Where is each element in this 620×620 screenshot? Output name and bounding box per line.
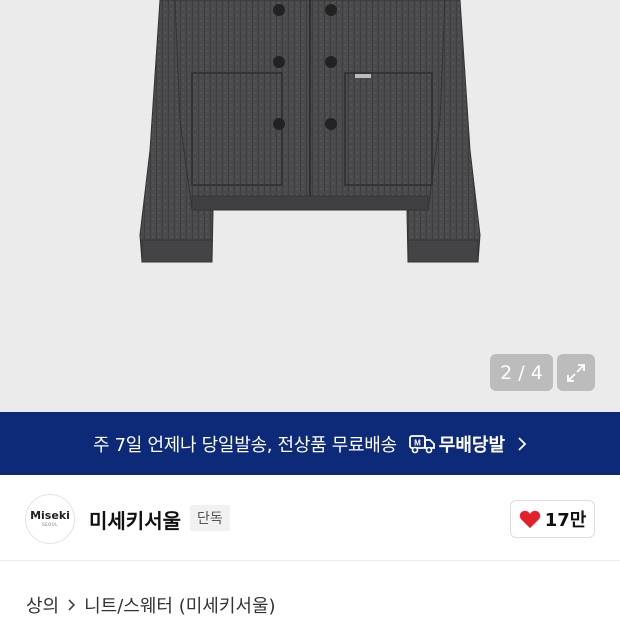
- like-button[interactable]: 17만: [510, 500, 595, 538]
- banner-badge-label: 무배당발: [438, 434, 506, 456]
- heart-icon: [519, 510, 540, 529]
- exclusive-tag: 단독: [190, 505, 230, 531]
- like-count: 17만: [544, 510, 587, 531]
- free-shipping-banner[interactable]: 주 7일 언제나 당일발송, 전상품 무료배송 M 무배당발: [0, 412, 620, 475]
- brand-logo-subtext: SEOUL: [42, 522, 58, 527]
- image-counter: 2 / 4: [490, 354, 553, 391]
- brand-logo-text: Miseki: [30, 509, 70, 522]
- breadcrumb-subcategory[interactable]: 니트/스웨터 (미세키서울): [84, 592, 275, 618]
- breadcrumb: 상의 니트/스웨터 (미세키서울): [26, 592, 276, 618]
- product-page: 2 / 4 주 7일 언제나 당일발송, 전상품 무료배송 M 무배당발 Mis…: [0, 0, 620, 620]
- image-counter-text: 2 / 4: [500, 361, 543, 384]
- product-image: [139, 0, 481, 263]
- svg-text:M: M: [414, 438, 421, 447]
- banner-badge: M 무배당발: [408, 431, 506, 457]
- chevron-right-icon: [67, 598, 76, 612]
- product-image-gallery[interactable]: 2 / 4: [0, 0, 620, 412]
- brand-logo[interactable]: Miseki SEOUL: [25, 494, 75, 544]
- expand-image-button[interactable]: [557, 354, 595, 391]
- brand-name-link[interactable]: 미세키서울: [89, 505, 181, 534]
- expand-arrows-icon: [567, 363, 585, 382]
- banner-text: 주 7일 언제나 당일발송, 전상품 무료배송: [92, 434, 397, 456]
- brand-row: Miseki SEOUL 미세키서울 단독 17만: [0, 475, 620, 561]
- breadcrumb-category[interactable]: 상의: [26, 592, 59, 618]
- delivery-truck-icon: M: [408, 434, 435, 453]
- chevron-right-icon: [517, 436, 527, 451]
